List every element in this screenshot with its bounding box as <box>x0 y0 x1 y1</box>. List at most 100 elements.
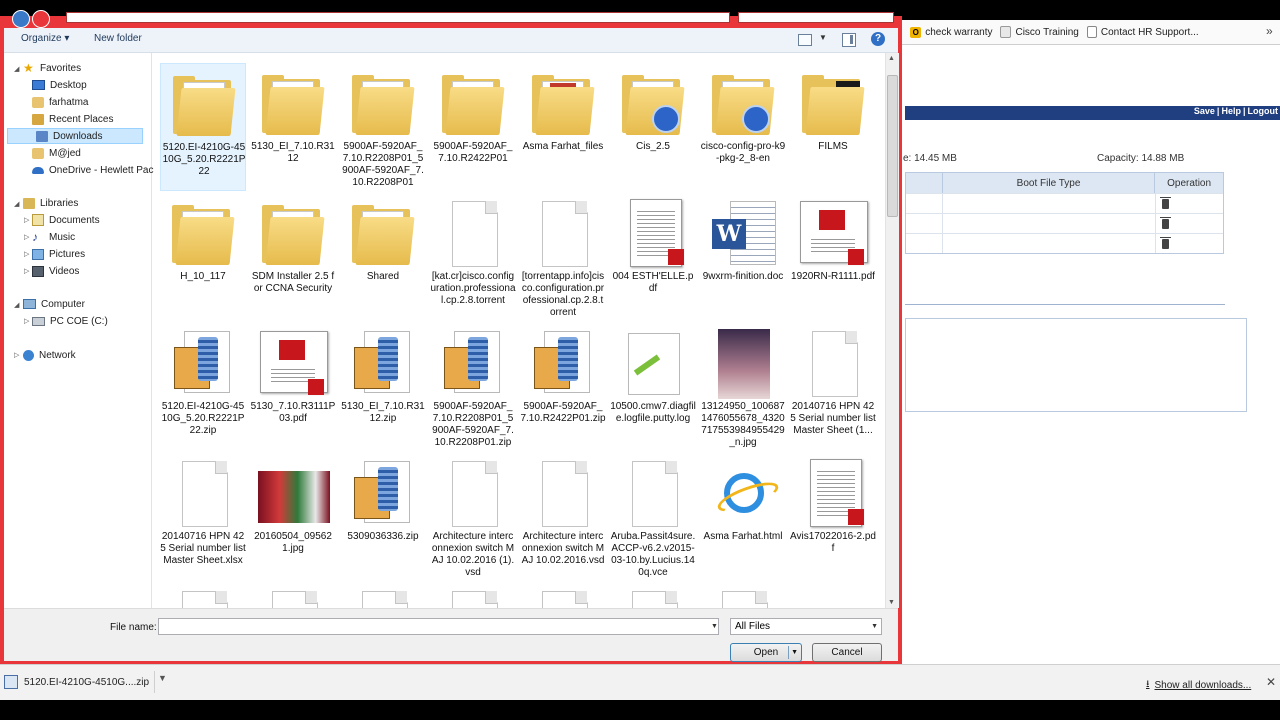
file-item[interactable]: 5900AF-5920AF_7.10.R2422P01.zip <box>520 323 606 451</box>
computer-icon <box>23 299 36 309</box>
file-item[interactable]: Aruba.Passit4sure.ACCP-v6.2.v2015-03-10.… <box>610 453 696 581</box>
file-item[interactable] <box>430 583 516 608</box>
file-item[interactable]: 5130_EI_7.10.R3112.zip <box>340 323 426 451</box>
forward-button[interactable] <box>32 10 50 28</box>
cancel-button[interactable]: Cancel <box>812 643 882 662</box>
file-item[interactable]: 20160504_095621.jpg <box>250 453 336 581</box>
file-item[interactable]: Cis_2.5 <box>610 63 696 191</box>
file-item[interactable]: 13124950_1006871476055678_43207175539849… <box>700 323 786 451</box>
download-menu-button[interactable]: ▼ <box>158 673 167 683</box>
bookmark-contact-hr[interactable]: Contact HR Support... <box>1086 26 1199 38</box>
view-options-chevron-icon[interactable]: ▼ <box>819 33 827 42</box>
vertical-scrollbar[interactable]: ▲ ▼ <box>885 53 899 608</box>
file-item[interactable]: [kat.cr]cisco.configuration.professional… <box>430 193 516 321</box>
search-box[interactable] <box>738 12 894 23</box>
file-item[interactable]: FILMS <box>790 63 876 191</box>
file-item[interactable]: 5309036336.zip <box>340 453 426 581</box>
file-item[interactable] <box>160 583 246 608</box>
download-item[interactable]: 5120.EI-4210G-4510G....zip <box>4 671 154 693</box>
bookmark-check-warranty[interactable]: O check warranty <box>910 26 992 38</box>
nav-downloads[interactable]: Downloads <box>7 128 143 144</box>
expand-arrow-icon[interactable]: ▷ <box>14 351 19 359</box>
expand-arrow-icon[interactable]: ▷ <box>24 250 29 258</box>
file-item[interactable] <box>340 583 426 608</box>
delete-icon[interactable] <box>1160 216 1171 229</box>
scroll-up-icon[interactable]: ▲ <box>888 55 895 62</box>
expand-arrow-icon[interactable]: ◢ <box>14 301 19 309</box>
back-button[interactable] <box>12 10 30 28</box>
file-name-dropdown-icon[interactable]: ▼ <box>711 623 718 630</box>
scrollbar-thumb[interactable] <box>887 75 898 217</box>
help-link[interactable]: Help <box>1219 106 1243 116</box>
nav-libraries[interactable]: Libraries <box>23 195 78 211</box>
file-item[interactable] <box>610 583 696 608</box>
preview-pane-icon[interactable] <box>842 33 856 47</box>
nav-documents[interactable]: Documents <box>32 212 100 228</box>
file-item[interactable]: Avis17022016-2.pdf <box>790 453 876 581</box>
address-bar[interactable] <box>66 12 730 23</box>
file-item[interactable]: 1920RN-R1111.pdf <box>790 193 876 321</box>
file-item[interactable]: [torrentapp.info]cisco.configuration.pro… <box>520 193 606 321</box>
expand-arrow-icon[interactable]: ▷ <box>24 233 29 241</box>
file-item[interactable]: 004 ESTH'ELLE.pdf <box>610 193 696 321</box>
nav-onedrive[interactable]: OneDrive - Hewlett Pac <box>32 162 153 178</box>
nav-farhatma[interactable]: farhatma <box>32 94 88 110</box>
delete-icon[interactable] <box>1160 196 1171 209</box>
nav-network[interactable]: Network <box>23 347 76 363</box>
file-item[interactable]: 5130_7.10.R3111P03.pdf <box>250 323 336 451</box>
nav-label: Music <box>49 231 76 243</box>
file-item[interactable]: Asma Farhat_files <box>520 63 606 191</box>
file-item[interactable]: 5120.EI-4210G-4510G_5.20.R2221P22.zip <box>160 323 246 451</box>
nav-recent-places[interactable]: Recent Places <box>32 111 113 127</box>
file-item[interactable]: 5900AF-5920AF_7.10.R2422P01 <box>430 63 516 191</box>
help-icon[interactable]: ? <box>871 32 885 46</box>
change-view-icon[interactable] <box>798 34 812 46</box>
bookmark-cisco-training[interactable]: Cisco Training <box>1000 26 1079 38</box>
expand-arrow-icon[interactable]: ◢ <box>14 65 19 73</box>
nav-pc-coe[interactable]: PC COE (C:) <box>32 313 108 329</box>
expand-arrow-icon[interactable]: ▷ <box>24 216 29 224</box>
nav-favorites[interactable]: ★ Favorites <box>23 60 81 76</box>
nav-mjed[interactable]: M@jed <box>32 145 81 161</box>
file-item[interactable]: 5900AF-5920AF_7.10.R2208P01_5900AF-5920A… <box>430 323 516 451</box>
file-item[interactable]: H_10_117 <box>160 193 246 321</box>
new-folder-button[interactable]: New folder <box>94 33 142 44</box>
organize-button[interactable]: Organize ▾ <box>21 33 69 44</box>
file-item[interactable]: 5130_EI_7.10.R3112 <box>250 63 336 191</box>
nav-desktop[interactable]: Desktop <box>32 77 87 93</box>
file-type-select[interactable]: All Files ▼ <box>730 618 882 635</box>
expand-arrow-icon[interactable]: ▷ <box>24 317 29 325</box>
file-item[interactable]: SDM Installer 2.5 for CCNA Security <box>250 193 336 321</box>
file-item[interactable]: Asma Farhat.html <box>700 453 786 581</box>
file-item[interactable]: W 9wxrm-finition.doc <box>700 193 786 321</box>
delete-icon[interactable] <box>1160 236 1171 249</box>
zip-archive-icon <box>354 461 410 523</box>
show-all-downloads-link[interactable]: ⭳ Show all downloads... <box>1146 677 1251 694</box>
file-item[interactable]: Architecture interconnexion switch MAJ 1… <box>430 453 516 581</box>
scroll-down-icon[interactable]: ▼ <box>888 599 895 606</box>
file-item[interactable] <box>520 583 606 608</box>
nav-computer[interactable]: Computer <box>23 296 85 312</box>
file-item[interactable]: Shared <box>340 193 426 321</box>
file-item[interactable] <box>250 583 336 608</box>
expand-arrow-icon[interactable]: ▷ <box>24 267 29 275</box>
file-item[interactable] <box>700 583 786 608</box>
file-item[interactable]: 20140716 HPN 425 Serial number list Mast… <box>160 453 246 581</box>
nav-pictures[interactable]: Pictures <box>32 246 85 262</box>
file-item[interactable]: 5900AF-5920AF_7.10.R2208P01_5900AF-5920A… <box>340 63 426 191</box>
close-icon[interactable]: ✕ <box>1266 675 1276 689</box>
open-button[interactable]: Open ▼ <box>730 643 802 662</box>
bookmarks-more-button[interactable]: » <box>1266 24 1273 38</box>
file-item[interactable]: 20140716 HPN 425 Serial number list Mast… <box>790 323 876 451</box>
nav-music[interactable]: ♪ Music <box>32 229 75 245</box>
file-item[interactable]: 10500.cmw7.diagfile.logfile.putty.log <box>610 323 696 451</box>
logout-link[interactable]: Logout <box>1246 106 1280 116</box>
open-options-chevron-icon[interactable]: ▼ <box>791 644 798 662</box>
file-name-input[interactable] <box>158 618 719 635</box>
nav-videos[interactable]: Videos <box>32 263 79 279</box>
save-link[interactable]: Save <box>1192 106 1217 116</box>
file-item[interactable]: Architecture interconnexion switch MAJ 1… <box>520 453 606 581</box>
file-item[interactable]: cisco-config-pro-k9-pkg-2_8-en <box>700 63 786 191</box>
file-item[interactable]: 5120.EI-4210G-4510G_5.20.R2221P22 <box>160 63 246 191</box>
expand-arrow-icon[interactable]: ◢ <box>14 200 19 208</box>
